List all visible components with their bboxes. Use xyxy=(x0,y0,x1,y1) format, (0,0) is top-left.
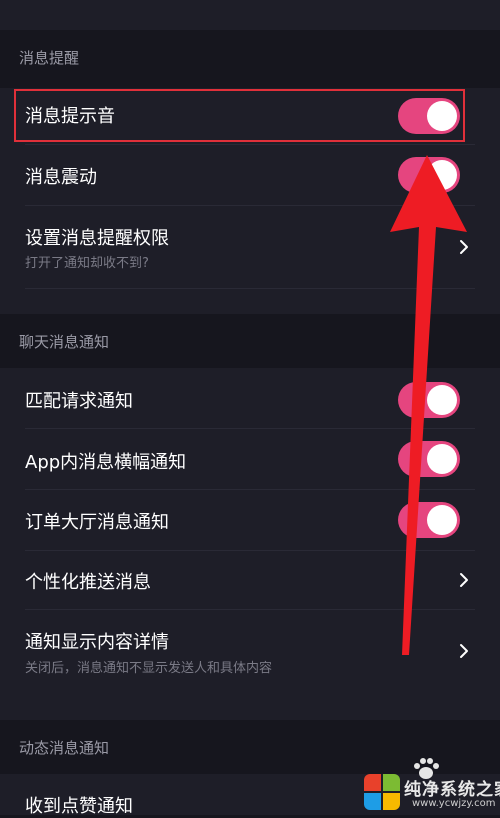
chevron-right-icon xyxy=(460,240,468,254)
watermark-title: 纯净系统之家 xyxy=(404,780,500,800)
divider xyxy=(25,288,475,289)
row-label: 匹配请求通知 xyxy=(25,391,133,412)
section-title: 消息提醒 xyxy=(19,49,80,67)
watermark: 纯净系统之家 www.ycwjzy.com xyxy=(360,760,500,815)
group-chat-notification: 匹配请求通知 App内消息横幅通知 订单大厅消息通知 个性化推送消息 通知显示内… xyxy=(0,368,500,720)
match-request-toggle[interactable] xyxy=(398,382,460,418)
row-match-request[interactable]: 匹配请求通知 xyxy=(0,368,500,428)
in-app-banner-toggle[interactable] xyxy=(398,441,460,477)
message-vibration-toggle[interactable] xyxy=(398,157,460,193)
section-title: 聊天消息通知 xyxy=(19,333,110,351)
toggle-knob xyxy=(427,385,457,415)
row-message-vibration[interactable]: 消息震动 xyxy=(0,145,500,205)
watermark-url: www.ycwjzy.com xyxy=(412,798,496,809)
section-header-message-reminder: 消息提醒 xyxy=(0,30,500,88)
section-header-chat-notification: 聊天消息通知 xyxy=(0,314,500,368)
windows-logo-icon xyxy=(364,774,400,810)
row-label: 个性化推送消息 xyxy=(25,572,151,593)
row-order-hall[interactable]: 订单大厅消息通知 xyxy=(0,490,500,550)
row-label: 收到点赞通知 xyxy=(25,796,133,817)
row-notification-content-details[interactable]: 通知显示内容详情 关闭后，消息通知不显示发送人和具体内容 xyxy=(0,610,500,696)
row-label: 消息震动 xyxy=(25,167,97,188)
annotation-highlight-box xyxy=(14,89,465,142)
toggle-knob xyxy=(427,160,457,190)
toggle-knob xyxy=(427,444,457,474)
chevron-right-icon xyxy=(460,644,468,658)
row-personalized-push[interactable]: 个性化推送消息 xyxy=(0,551,500,609)
row-label: 通知显示内容详情 xyxy=(25,632,169,653)
row-label: App内消息横幅通知 xyxy=(25,452,187,473)
row-sublabel: 打开了通知却收不到? xyxy=(25,256,149,271)
order-hall-toggle[interactable] xyxy=(398,502,460,538)
row-label: 设置消息提醒权限 xyxy=(25,228,169,249)
toggle-knob xyxy=(427,505,457,535)
row-sublabel: 关闭后，消息通知不显示发送人和具体内容 xyxy=(25,661,273,676)
chevron-right-icon xyxy=(460,573,468,587)
row-notification-permission[interactable]: 设置消息提醒权限 打开了通知却收不到? xyxy=(0,206,500,288)
row-label: 订单大厅消息通知 xyxy=(25,512,169,533)
section-title: 动态消息通知 xyxy=(19,739,110,757)
top-strip xyxy=(0,0,500,30)
row-in-app-banner[interactable]: App内消息横幅通知 xyxy=(0,429,500,489)
